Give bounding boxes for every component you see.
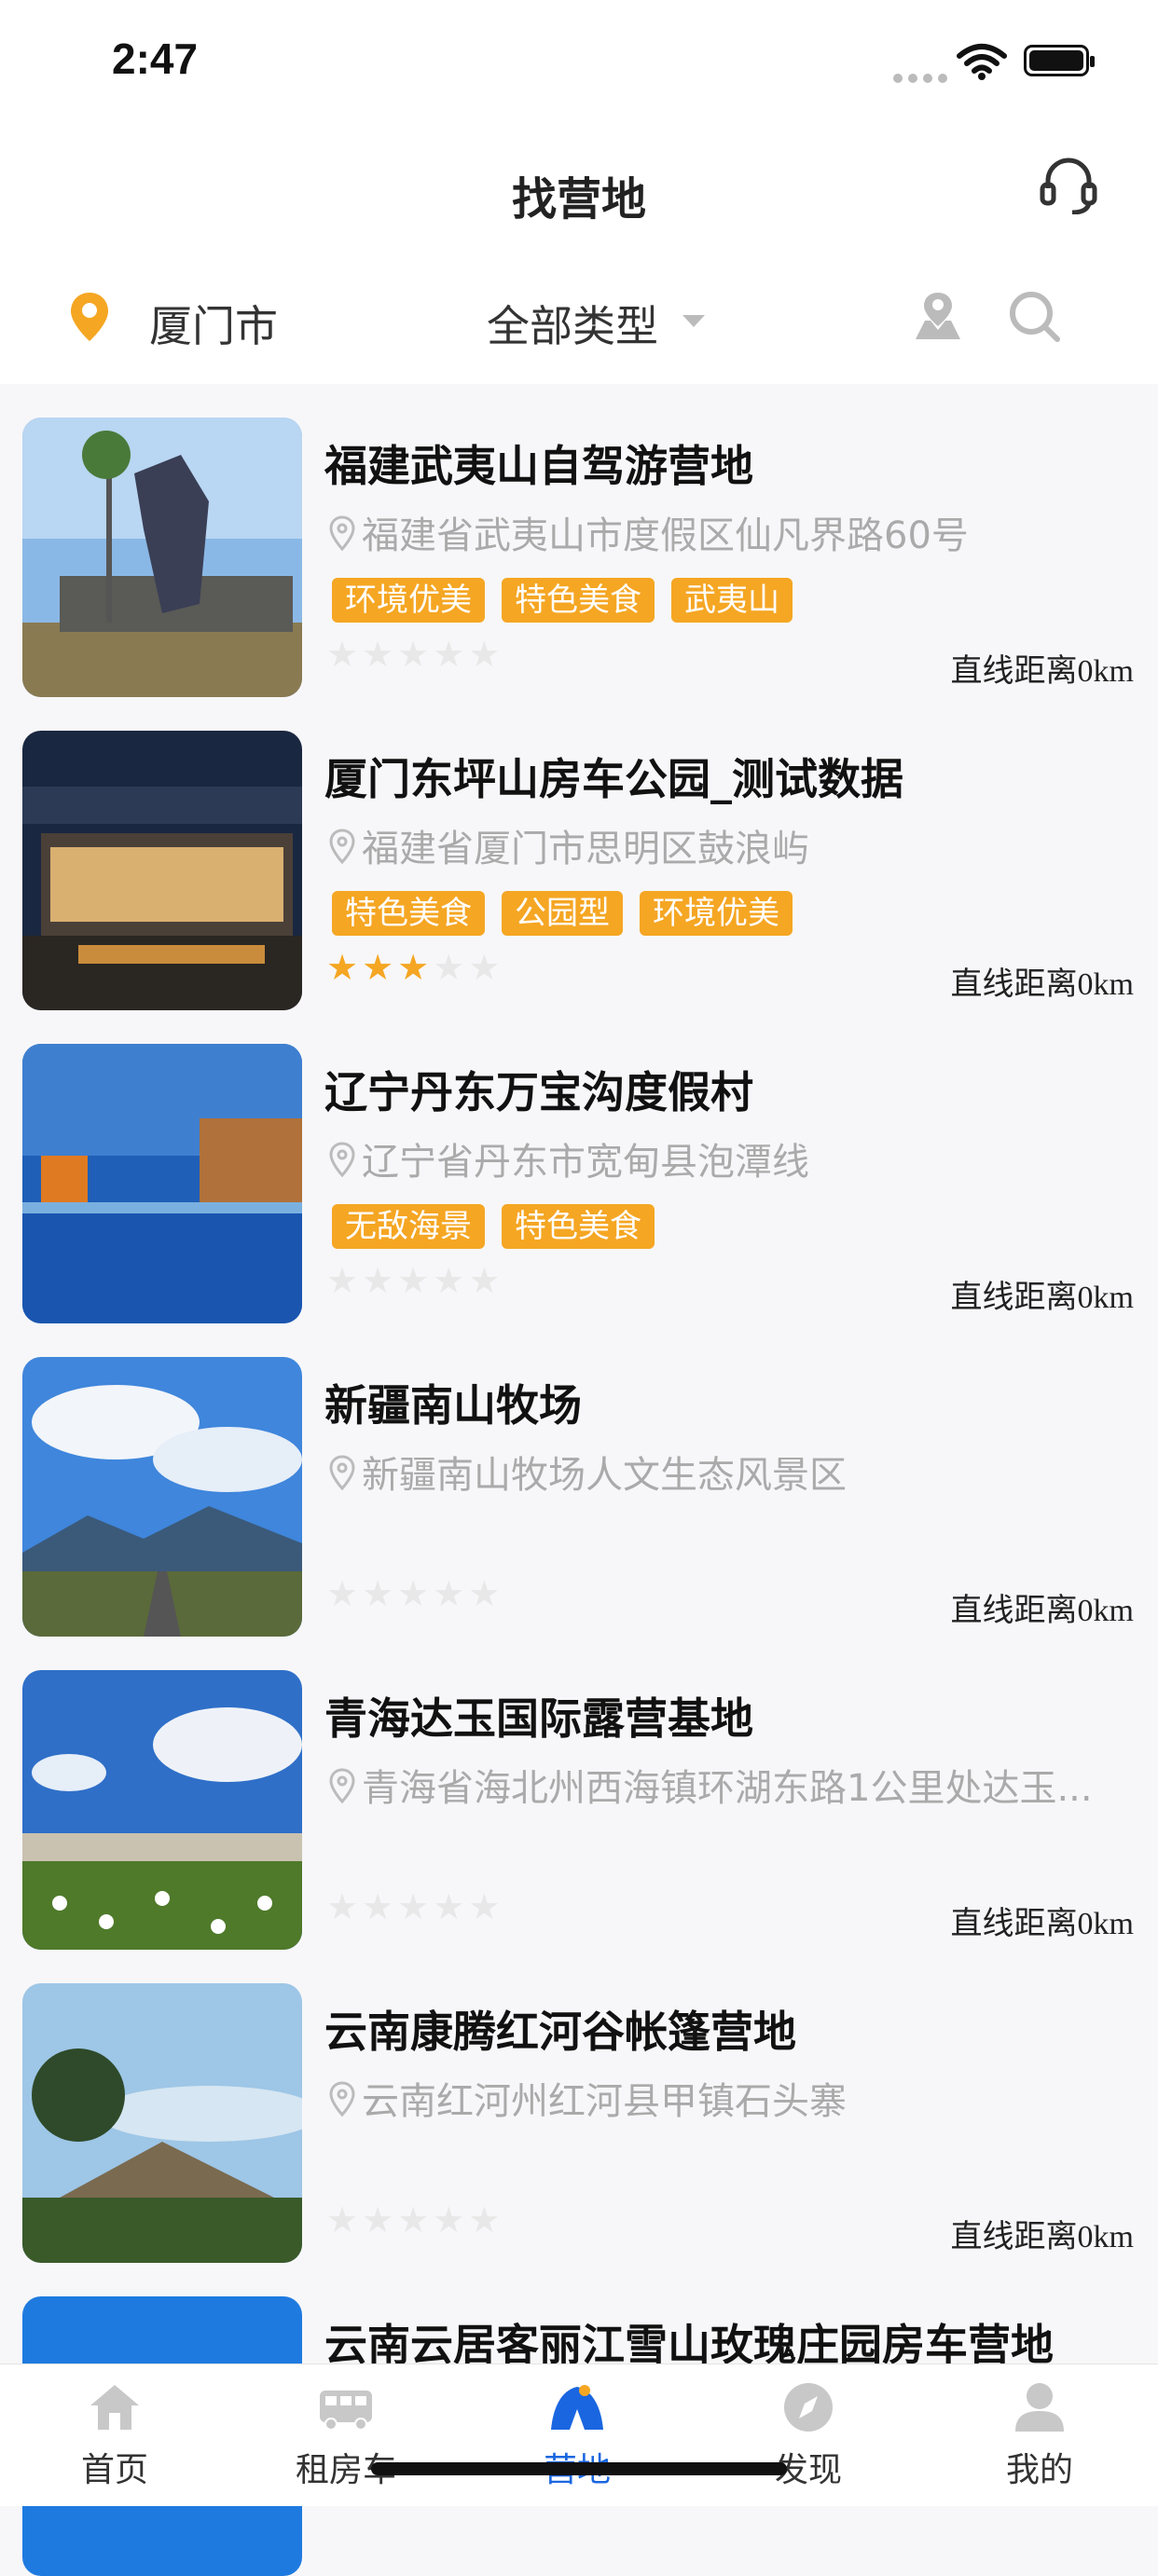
search-icon[interactable] (1007, 289, 1061, 343)
filter-bar: 厦门市 全部类型 (0, 252, 1158, 384)
camp-address: 青海省海北州西海镇环湖东路1公里处达玉... (328, 1758, 1139, 1812)
camp-name: 福建武夷山自驾游营地 (324, 441, 753, 491)
tag-list: 环境优美 特色美食 武夷山 (332, 578, 809, 623)
tab-label: 我的 (1005, 2451, 1073, 2489)
camp-address-text: 福建省厦门市思明区鼓浪屿 (362, 828, 809, 870)
location-pin-icon (71, 293, 108, 341)
map-pin-icon[interactable] (912, 289, 964, 343)
tag-list: 特色美食 公园型 环境优美 (332, 891, 809, 936)
city-selector[interactable]: 厦门市 (149, 293, 278, 354)
camp-name: 云南康腾红河谷帐篷营地 (324, 2007, 796, 2057)
camp-thumbnail (22, 418, 302, 697)
location-icon (329, 1768, 355, 1804)
wifi-icon (957, 44, 1007, 80)
rv-icon (320, 2391, 372, 2431)
camp-address-text: 青海省海北州西海镇环湖东路1公里处达玉... (362, 1767, 1093, 1810)
signal-icon (893, 69, 953, 87)
camp-name: 青海达玉国际露营基地 (324, 1693, 753, 1744)
battery-icon (1024, 45, 1095, 76)
camp-name: 辽宁丹东万宝沟度假村 (324, 1067, 753, 1117)
list-item[interactable]: 福建武夷山自驾游营地 福建省武夷山市度假区仙凡界路60号 环境优美 特色美食 武夷山… (0, 384, 1158, 697)
rating-stars: ★★★★★ (326, 1260, 504, 1301)
camp-address: 云南红河州红河县甲镇石头寨 (328, 2071, 1139, 2125)
tag: 特色美食 (502, 1204, 655, 1249)
list-item[interactable]: 新疆南山牧场 新疆南山牧场人文生态风景区 ★★★★★ 直线距离0km (0, 1323, 1158, 1637)
location-icon (329, 829, 355, 865)
tag: 环境优美 (640, 891, 793, 936)
tab-home[interactable]: 首页 (40, 2381, 189, 2491)
tag: 环境优美 (332, 578, 485, 623)
tab-label: 首页 (80, 2451, 148, 2489)
camp-name: 厦门东坪山房车公园_测试数据 (324, 754, 903, 804)
home-indicator[interactable] (371, 2462, 787, 2475)
tag: 公园型 (502, 891, 623, 936)
camp-address: 新疆南山牧场人文生态风景区 (328, 1445, 1139, 1499)
status-time: 2:47 (112, 34, 199, 83)
rating-stars: ★★★★★ (326, 2199, 504, 2240)
location-icon (329, 1142, 355, 1178)
compass-icon (784, 2383, 833, 2432)
home-icon (90, 2385, 139, 2430)
camp-address-text: 辽宁省丹东市宽甸县泡潭线 (362, 1141, 809, 1184)
list-item[interactable]: 厦门东坪山房车公园_测试数据 福建省厦门市思明区鼓浪屿 特色美食 公园型 环境优美 … (0, 697, 1158, 1010)
camp-address-text: 福建省武夷山市度假区仙凡界路60号 (362, 514, 969, 557)
list-item[interactable]: 云南康腾红河谷帐篷营地 云南红河州红河县甲镇石头寨 ★★★★★ 直线距离0km (0, 1950, 1158, 2263)
camp-address: 福建省武夷山市度假区仙凡界路60号 (328, 505, 1139, 559)
camp-address-text: 新疆南山牧场人文生态风景区 (362, 1454, 847, 1497)
distance: 直线距离0km (950, 2220, 1134, 2254)
rating-stars: ★★★★★ (326, 1573, 504, 1614)
rating-stars: ★★★★★ (326, 947, 504, 988)
rating-stars: ★★★★★ (326, 1886, 504, 1927)
nav-bar: 找营地 (0, 121, 1158, 252)
camp-address: 福建省厦门市思明区鼓浪屿 (328, 818, 1139, 872)
headset-icon[interactable] (1039, 155, 1098, 214)
camp-name: 新疆南山牧场 (324, 1380, 582, 1431)
distance: 直线距离0km (950, 967, 1134, 1002)
type-filter[interactable]: 全部类型 (487, 293, 658, 354)
page-title: 找营地 (511, 173, 646, 226)
tab-bar: 首页 租房车 营地 发现 我的 (0, 2364, 1158, 2506)
distance: 直线距离0km (950, 1907, 1134, 1941)
distance: 直线距离0km (950, 1594, 1134, 1628)
location-icon (329, 515, 355, 552)
camp-thumbnail (22, 1670, 302, 1950)
camp-address-text: 云南红河州红河县甲镇石头寨 (362, 2080, 847, 2123)
tag: 武夷山 (671, 578, 793, 623)
camp-address: 辽宁省丹东市宽甸县泡潭线 (328, 1131, 1139, 1185)
distance: 直线距离0km (950, 1281, 1134, 1315)
list-item[interactable]: 青海达玉国际露营基地 青海省海北州西海镇环湖东路1公里处达玉... ★★★★★ … (0, 1637, 1158, 1950)
tent-icon (551, 2385, 603, 2430)
tag-list: 无敌海景 特色美食 (332, 1204, 671, 1249)
list-item[interactable]: 辽宁丹东万宝沟度假村 辽宁省丹东市宽甸县泡潭线 无敌海景 特色美食 ★★★★★ 直… (0, 1010, 1158, 1323)
chevron-down-icon (682, 315, 705, 327)
tag: 无敌海景 (332, 1204, 485, 1249)
location-icon (329, 2081, 355, 2117)
tag: 特色美食 (332, 891, 485, 936)
location-icon (329, 1455, 355, 1491)
status-bar: 2:47 (0, 0, 1158, 121)
camp-thumbnail (22, 1983, 302, 2263)
camp-thumbnail (22, 1044, 302, 1323)
distance: 直线距离0km (950, 654, 1134, 689)
tab-mine[interactable]: 我的 (965, 2381, 1114, 2491)
camp-thumbnail (22, 1357, 302, 1637)
rating-stars: ★★★★★ (326, 634, 504, 675)
tag: 特色美食 (502, 578, 655, 623)
user-icon (1015, 2383, 1064, 2432)
camp-thumbnail (22, 731, 302, 1010)
